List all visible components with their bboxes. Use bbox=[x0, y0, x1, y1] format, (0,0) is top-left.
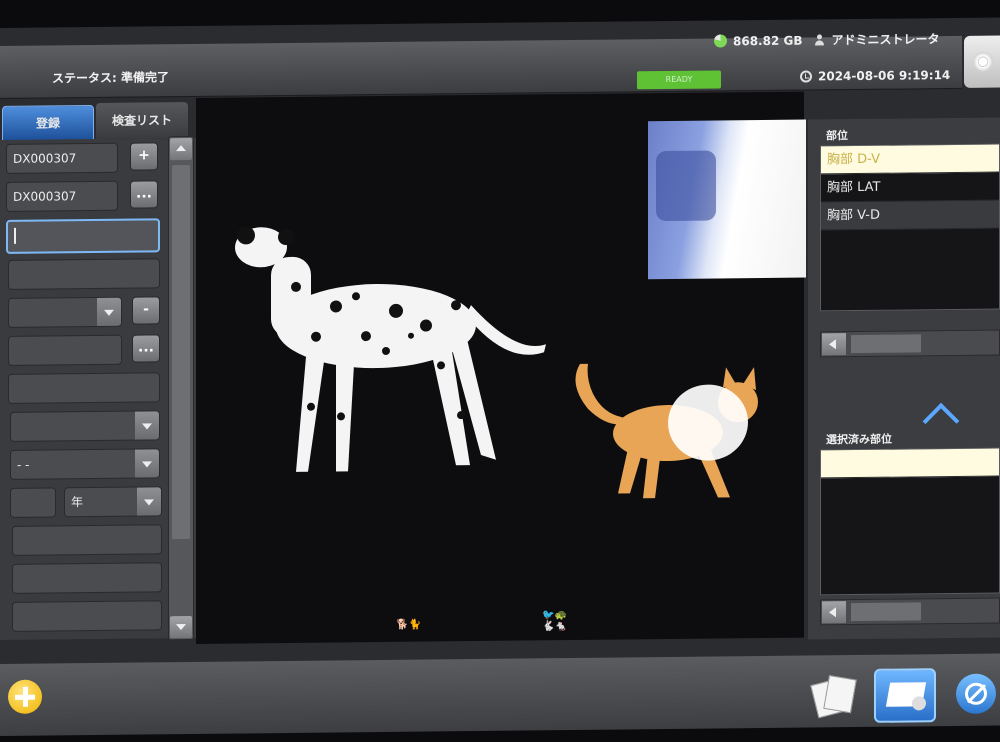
species-select[interactable] bbox=[8, 296, 122, 328]
scroll-thumb[interactable] bbox=[851, 334, 921, 354]
chevron-down-icon bbox=[135, 449, 159, 478]
selected-parts-label: 選択済み部位 bbox=[826, 432, 892, 447]
exam-cards-button[interactable] bbox=[810, 675, 857, 719]
birthdate-placeholder: - - bbox=[17, 457, 30, 472]
owner-field[interactable] bbox=[8, 372, 160, 404]
text-input-active[interactable] bbox=[6, 218, 160, 254]
tab-exam-list[interactable]: 検査リスト bbox=[96, 102, 188, 139]
chevron-down-icon bbox=[137, 487, 161, 516]
name-field[interactable] bbox=[8, 258, 160, 290]
flower-logo-icon bbox=[973, 51, 993, 72]
doctor-field[interactable] bbox=[12, 562, 162, 594]
sex-select[interactable] bbox=[10, 410, 160, 442]
chevron-down-icon bbox=[135, 411, 159, 440]
dog-cat-category-icon[interactable]: 🐕🐈 bbox=[396, 620, 421, 631]
clock-icon bbox=[800, 70, 812, 83]
user-icon bbox=[814, 34, 825, 45]
list-item[interactable]: 胸部 D-V bbox=[821, 144, 999, 175]
age-unit-value: 年 bbox=[71, 495, 84, 510]
accession-id-field[interactable]: DX000307 bbox=[6, 180, 118, 212]
user-name: アドミニストレータ bbox=[831, 32, 940, 48]
selected-parts-hscroll[interactable] bbox=[820, 597, 1000, 626]
menu-button[interactable] bbox=[964, 35, 1000, 88]
disk-space: 868.82 GB アドミニストレータ bbox=[714, 30, 940, 49]
species-minus-button[interactable]: - bbox=[132, 296, 160, 325]
species-viewer: 🐕🐈 🐦🐢 🐇🐁 bbox=[196, 91, 806, 644]
datetime-display: 2024-08-06 9:19:14 bbox=[800, 68, 950, 84]
patient-form-panel: DX000307 + DX000307 ... - ... - - 年 bbox=[0, 137, 196, 640]
cancel-button[interactable] bbox=[956, 673, 996, 714]
scroll-down-button[interactable] bbox=[170, 615, 192, 639]
comment-field[interactable] bbox=[12, 600, 162, 632]
add-patient-button[interactable]: + bbox=[130, 142, 158, 171]
list-item[interactable] bbox=[821, 448, 999, 479]
form-scrollbar[interactable] bbox=[168, 135, 194, 641]
body-part-label: 部位 bbox=[826, 129, 848, 143]
scroll-up-button[interactable] bbox=[170, 137, 192, 161]
status-text: ステータス: 準備完了 bbox=[52, 70, 169, 86]
weight-field[interactable] bbox=[12, 524, 162, 556]
ready-indicator: READY bbox=[637, 70, 721, 90]
app-screen: ステータス: 準備完了 868.82 GB アドミニストレータ READY 20… bbox=[0, 17, 1000, 736]
scroll-thumb[interactable] bbox=[172, 165, 190, 540]
list-item[interactable]: 胸部 LAT bbox=[821, 172, 999, 203]
browse-breed-button[interactable]: ... bbox=[132, 334, 160, 363]
patient-id-field[interactable]: DX000307 bbox=[6, 142, 118, 174]
scroll-thumb[interactable] bbox=[851, 602, 921, 622]
body-part-list: 胸部 D-V 胸部 LAT 胸部 V-D bbox=[820, 143, 1000, 312]
exotic-category-icon[interactable]: 🐦🐢 🐇🐁 bbox=[542, 610, 567, 632]
birthdate-select[interactable]: - - bbox=[10, 448, 160, 480]
browse-accession-button[interactable]: ... bbox=[130, 180, 158, 209]
body-part-hscroll[interactable] bbox=[820, 329, 1000, 358]
datetime-value: 2024-08-06 9:19:14 bbox=[818, 68, 951, 84]
image-preview[interactable] bbox=[648, 119, 806, 280]
add-button[interactable] bbox=[8, 679, 42, 714]
dog-selector[interactable] bbox=[226, 214, 546, 487]
card-icon bbox=[823, 675, 857, 714]
scroll-left-button[interactable] bbox=[822, 333, 846, 356]
cat-selector[interactable] bbox=[568, 352, 768, 504]
scroll-left-button[interactable] bbox=[822, 601, 846, 624]
selected-parts-list bbox=[820, 447, 1000, 596]
disk-free-value: 868.82 GB bbox=[733, 33, 803, 48]
breed-field[interactable] bbox=[8, 334, 122, 366]
chevron-down-icon bbox=[97, 297, 121, 326]
age-field[interactable] bbox=[10, 487, 56, 518]
text-cursor bbox=[14, 227, 16, 244]
list-item[interactable]: 胸部 V-D bbox=[821, 200, 999, 231]
age-unit-select[interactable]: 年 bbox=[64, 486, 162, 518]
disk-usage-icon bbox=[714, 34, 727, 48]
tab-register[interactable]: 登録 bbox=[2, 105, 94, 142]
acquire-button[interactable] bbox=[874, 668, 936, 723]
